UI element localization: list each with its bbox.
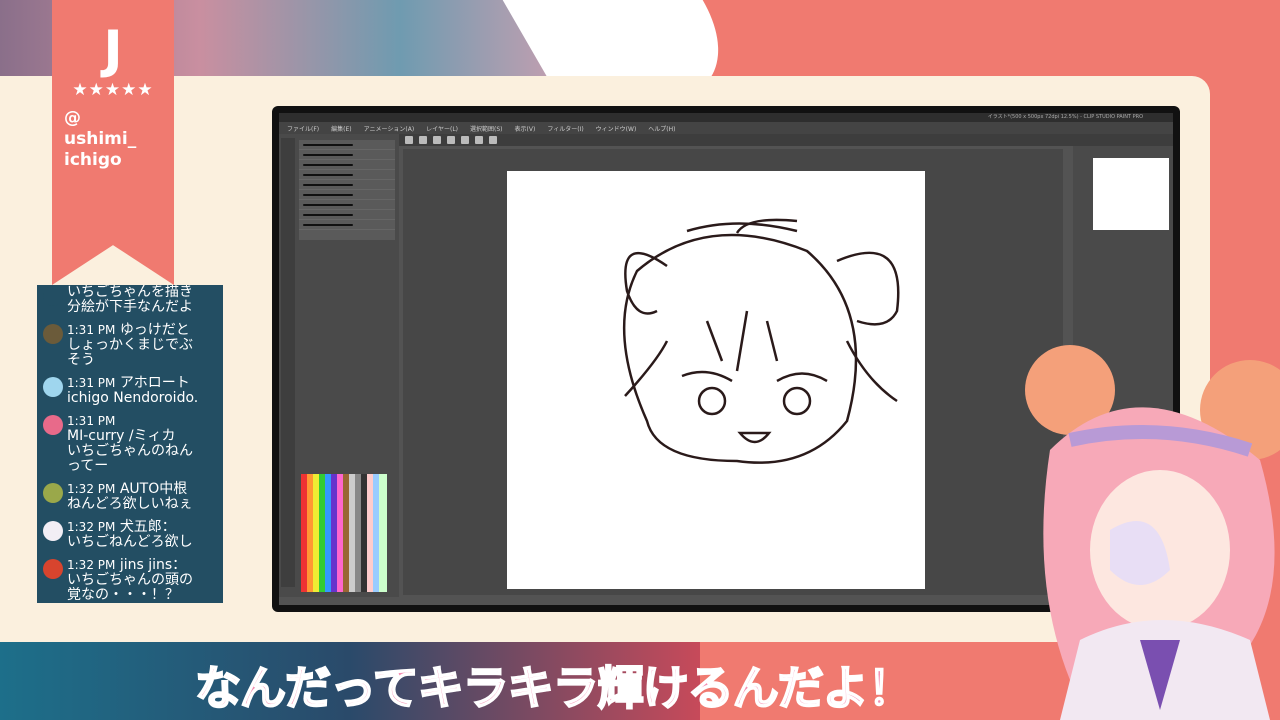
streamer-logo: J (103, 20, 123, 80)
user-avatar (43, 377, 63, 397)
chat-message: 1:32 PM 犬五郎： いちごねんどろ欲し (43, 520, 219, 550)
user-avatar (43, 415, 63, 435)
menu-item[interactable]: 表示(V) (515, 124, 536, 133)
left-panel (279, 134, 399, 597)
brush-item[interactable] (299, 150, 395, 160)
message-text: 分絵が下手なんだよ (67, 299, 193, 315)
brush-list[interactable] (299, 140, 395, 240)
rating-stars: ★★★★★ (72, 80, 154, 100)
message-text: しょっかくまじでぶ (67, 337, 193, 353)
menu-item[interactable]: ウィンドウ(W) (596, 124, 637, 133)
brush-item[interactable] (299, 210, 395, 220)
menu-item[interactable]: フィルター(I) (547, 124, 583, 133)
message-text: いちごちゃんの頭の (67, 572, 193, 588)
brush-item[interactable] (299, 160, 395, 170)
message-text: いちごちゃんのねん (67, 443, 193, 459)
toolbar-button[interactable] (405, 136, 413, 144)
message-time: 1:31 PM (67, 414, 116, 428)
window-title: イラスト*(500 x 500px 72dpi 12.5%) - CLIP ST… (279, 113, 1173, 122)
user-avatar (43, 521, 63, 541)
toolbar-button[interactable] (461, 136, 469, 144)
message-time: 1:32 PM (67, 520, 116, 534)
message-author: ゆっけだと (119, 322, 190, 338)
message-text: ichigo Nendoroido. (67, 390, 199, 406)
menu-item[interactable]: 選択範囲(S) (470, 124, 503, 133)
streamer-handle: @ ushimi_ ichigo (64, 108, 137, 170)
brush-item[interactable] (299, 180, 395, 190)
vtuber-avatar (1025, 345, 1280, 720)
chat-message: 1:32 PM jins jins： いちごちゃんの頭の 覚なの・・・！？ (43, 558, 219, 603)
drawing-canvas[interactable] (507, 171, 925, 589)
menu-item[interactable]: 編集(E) (331, 124, 351, 133)
sketch-drawing (622, 218, 900, 464)
user-avatar (43, 324, 63, 344)
message-time: 1:31 PM (67, 323, 116, 337)
toolbar-button[interactable] (419, 136, 427, 144)
message-text: MI-curry /ミィカ (67, 428, 176, 444)
menu-bar: ファイル(F) 編集(E) アニメーション(A) レイヤー(L) 選択範囲(S) 表示(V… (279, 122, 1173, 134)
brush-item[interactable] (299, 220, 395, 230)
streamer-badge: J ★★★★★ @ ushimi_ ichigo (52, 0, 174, 285)
message-author: AUTO中根 (119, 481, 188, 497)
message-author: 犬五郎： (119, 519, 176, 535)
message-text: そう (67, 352, 95, 368)
help-icon[interactable] (489, 136, 497, 144)
message-time: 1:32 PM (67, 482, 116, 496)
user-avatar (43, 286, 63, 306)
message-time: 1:31 PM (67, 376, 116, 390)
message-author: アホロート (119, 375, 190, 391)
toolbar-button[interactable] (447, 136, 455, 144)
toolbar-button[interactable] (433, 136, 441, 144)
chat-message: いちごちゃんを描き 分絵が下手なんだよ (43, 285, 219, 315)
chat-message: 1:31 PM ゆっけだと しょっかくまじでぶ そう (43, 323, 219, 368)
user-avatar (43, 559, 63, 579)
navigator-preview[interactable] (1093, 158, 1169, 230)
brush-item[interactable] (299, 200, 395, 210)
toolbar-button[interactable] (475, 136, 483, 144)
message-author: jins jins： (119, 557, 187, 573)
chat-message: 1:31 PM MI-curry /ミィカ いちごちゃんのねん ってー (43, 414, 219, 474)
tool-palette[interactable] (281, 138, 295, 587)
message-text: ねんどろ欲しいねぇ (67, 496, 193, 512)
message-time: 1:32 PM (67, 558, 116, 572)
color-palette[interactable] (301, 474, 387, 592)
chat-message: 1:31 PM アホロート ichigo Nendoroido. (43, 376, 219, 406)
menu-item[interactable]: ファイル(F) (287, 124, 319, 133)
chat-message: 1:32 PM AUTO中根 ねんどろ欲しいねぇ (43, 482, 219, 512)
brush-item[interactable] (299, 190, 395, 200)
message-text: いちごねんどろ欲し (67, 534, 193, 550)
message-text: ってー (67, 458, 109, 474)
chat-panel: いちごちゃんを描き 分絵が下手なんだよ 1:31 PM ゆっけだと しょっかくまじでぶ… (37, 285, 223, 603)
menu-item[interactable]: レイヤー(L) (426, 124, 458, 133)
menu-item[interactable]: ヘルプ(H) (648, 124, 675, 133)
message-text: いちごちゃんを描き (67, 285, 193, 300)
brush-item[interactable] (299, 170, 395, 180)
command-bar (399, 134, 1173, 146)
caption-subtitle: なんだってキラキラ輝けるんだよ！ (194, 660, 915, 716)
user-avatar (43, 483, 63, 503)
message-text: 覚なの・・・！？ (67, 587, 179, 603)
brush-item[interactable] (299, 140, 395, 150)
canvas-area[interactable] (403, 149, 1063, 595)
menu-item[interactable]: アニメーション(A) (364, 124, 415, 133)
